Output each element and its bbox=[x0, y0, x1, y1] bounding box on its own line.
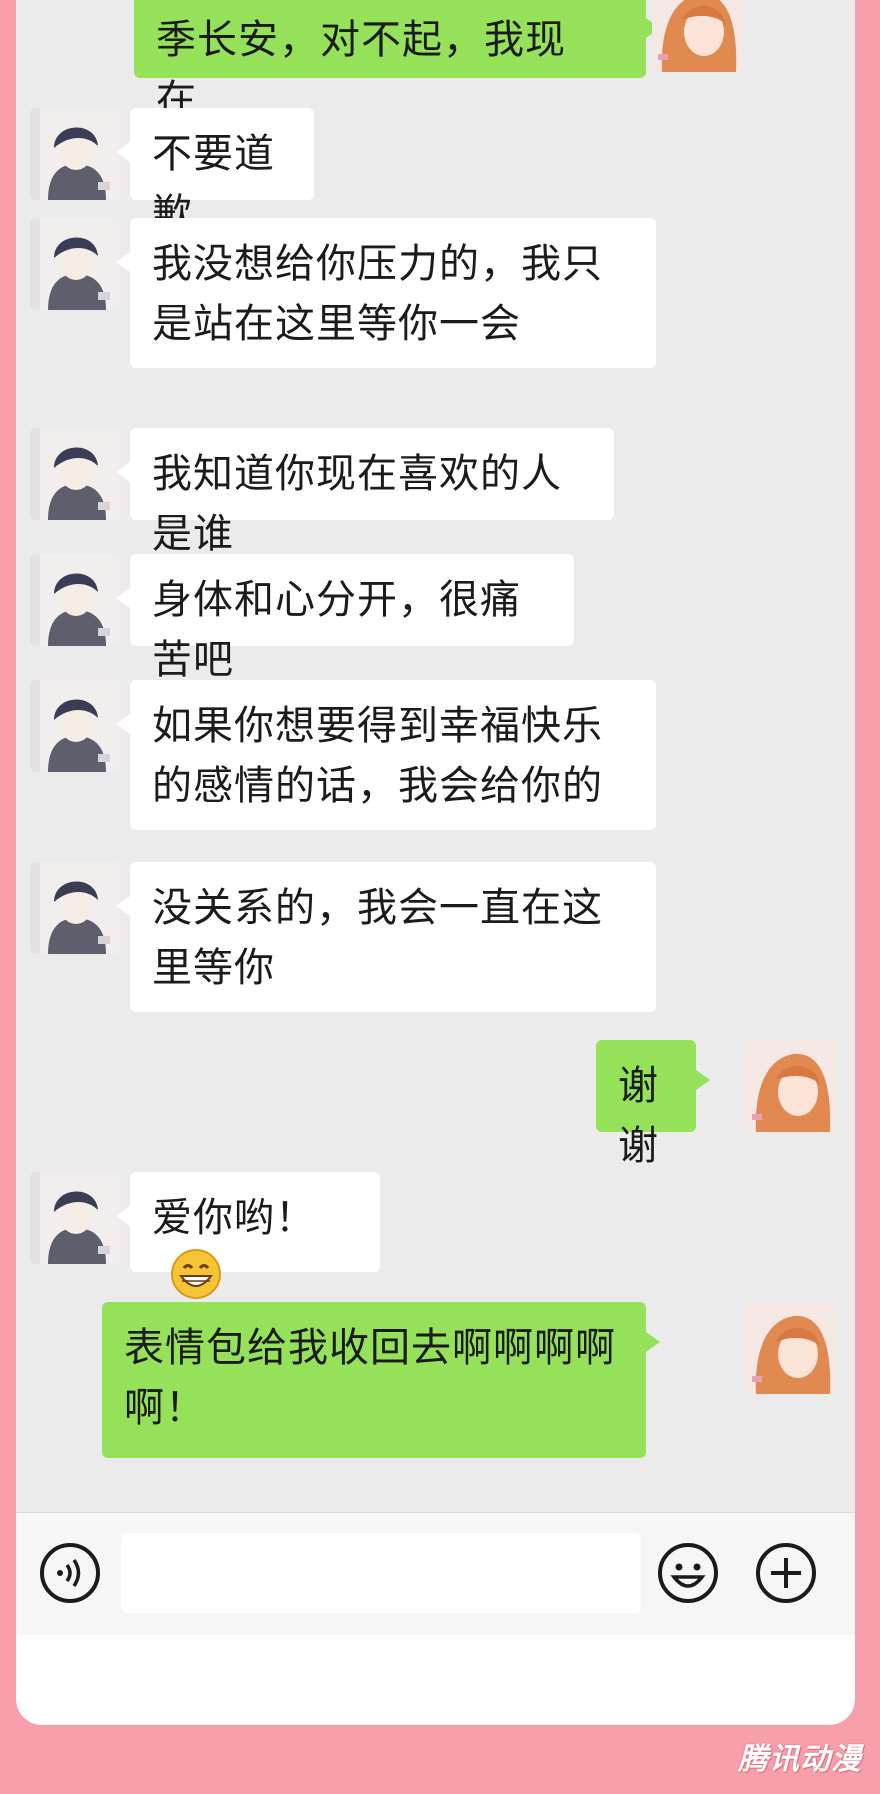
avatar-boy[interactable] bbox=[30, 428, 120, 520]
voice-icon[interactable] bbox=[38, 1541, 102, 1605]
message-bubble-outgoing[interactable]: 季长安，对不起，我现在…… bbox=[134, 0, 660, 123]
avatar-girl[interactable] bbox=[746, 1040, 836, 1132]
message-text: 谢谢 bbox=[618, 1063, 659, 1169]
message-bubble-incoming[interactable]: 如果你想要得到幸福快乐的感情的话，我会给你的 bbox=[116, 680, 656, 830]
message-text: 身体和心分开，很痛苦吧 bbox=[152, 577, 521, 683]
phone-screen: 季长安，对不起，我现在…… 不要道歉 我没想给你压力的，我只是站在这里等你一会 … bbox=[16, 0, 855, 1725]
message-bubble-incoming[interactable]: 爱你哟！ bbox=[116, 1172, 380, 1299]
avatar-boy[interactable] bbox=[30, 554, 120, 646]
message-text: 我知道你现在喜欢的人是谁 bbox=[152, 451, 562, 557]
avatar-boy[interactable] bbox=[30, 862, 120, 954]
message-text: 没关系的，我会一直在这里等你 bbox=[152, 885, 603, 991]
plus-icon[interactable] bbox=[754, 1541, 818, 1605]
input-bar bbox=[16, 1512, 855, 1635]
message-bubble-outgoing[interactable]: 表情包给我收回去啊啊啊啊啊！ bbox=[102, 1302, 660, 1458]
chat-area[interactable]: 季长安，对不起，我现在…… 不要道歉 我没想给你压力的，我只是站在这里等你一会 … bbox=[16, 0, 855, 1512]
message-bubble-incoming[interactable]: 没关系的，我会一直在这里等你 bbox=[116, 862, 656, 1012]
message-text: 表情包给我收回去啊啊啊啊啊！ bbox=[124, 1325, 616, 1431]
message-text: 爱你哟！ bbox=[152, 1195, 316, 1241]
message-bubble-incoming[interactable]: 我没想给你压力的，我只是站在这里等你一会 bbox=[116, 218, 656, 368]
avatar-boy[interactable] bbox=[30, 1172, 120, 1264]
smiley-icon[interactable] bbox=[656, 1541, 720, 1605]
message-text: 如果你想要得到幸福快乐的感情的话，我会给你的 bbox=[152, 703, 603, 809]
message-input[interactable] bbox=[121, 1533, 641, 1613]
message-text: 我没想给你压力的，我只是站在这里等你一会 bbox=[152, 241, 603, 347]
avatar-girl[interactable] bbox=[746, 1302, 836, 1394]
message-bubble-outgoing[interactable]: 谢谢 bbox=[596, 1040, 710, 1169]
watermark-logo: 腾讯动漫 bbox=[738, 1742, 862, 1777]
avatar-boy[interactable] bbox=[30, 680, 120, 772]
avatar-boy[interactable] bbox=[30, 108, 120, 200]
message-bubble-incoming[interactable]: 不要道歉 bbox=[116, 108, 314, 237]
message-bubble-incoming[interactable]: 身体和心分开，很痛苦吧 bbox=[116, 554, 574, 683]
avatar-girl[interactable] bbox=[652, 0, 742, 72]
avatar-boy[interactable] bbox=[30, 218, 120, 310]
message-bubble-incoming[interactable]: 我知道你现在喜欢的人是谁 bbox=[116, 428, 614, 557]
